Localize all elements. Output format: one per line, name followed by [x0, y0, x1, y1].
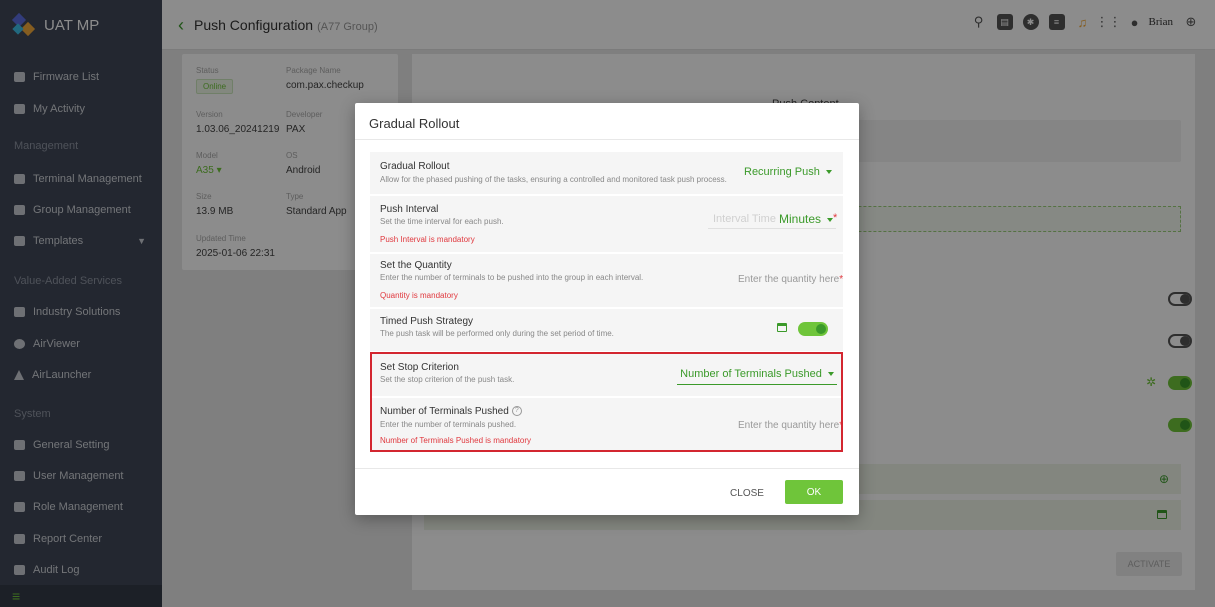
set-quantity-row: Set the Quantity Enter the number of ter…	[370, 254, 843, 307]
row-description: Set the time interval for each push.	[380, 217, 504, 226]
row-error: Quantity is mandatory	[380, 291, 458, 300]
close-button[interactable]: CLOSE	[727, 481, 767, 505]
gradual-rollout-dialog: Gradual Rollout Gradual Rollout Allow fo…	[355, 103, 859, 515]
timed-push-toggle[interactable]	[798, 322, 828, 336]
required-asterisk: *	[839, 274, 844, 285]
calendar-icon[interactable]	[777, 323, 787, 332]
rollout-type-select[interactable]: Recurring Push	[744, 166, 832, 178]
gradual-rollout-row: Gradual Rollout Allow for the phased pus…	[370, 152, 843, 194]
row-title: Timed Push Strategy	[380, 316, 474, 327]
rollout-type-value: Recurring Push	[744, 166, 820, 178]
divider	[355, 139, 859, 140]
row-description: The push task will be performed only dur…	[380, 329, 614, 338]
interval-unit-value: Minutes	[779, 212, 822, 226]
input-underline	[708, 228, 836, 229]
ok-button[interactable]: OK	[785, 480, 843, 504]
caret-down-icon	[825, 170, 832, 175]
row-title: Gradual Rollout	[380, 161, 450, 172]
timed-push-row: Timed Push Strategy The push task will b…	[370, 309, 843, 351]
row-error: Push Interval is mandatory	[380, 235, 475, 244]
row-title: Push Interval	[380, 204, 439, 215]
divider	[355, 468, 859, 469]
row-description: Allow for the phased pushing of the task…	[380, 175, 727, 184]
toggle-knob	[816, 324, 826, 334]
required-asterisk: *	[833, 212, 838, 224]
quantity-input[interactable]: Enter the quantity here*	[738, 274, 843, 285]
quantity-placeholder: Enter the quantity here	[738, 274, 840, 285]
interval-unit-select[interactable]: Minutes	[779, 212, 834, 226]
push-interval-row: Push Interval Set the time interval for …	[370, 196, 843, 252]
row-description: Enter the number of terminals to be push…	[380, 273, 644, 282]
row-title: Set the Quantity	[380, 260, 452, 271]
highlight-box	[370, 352, 843, 452]
dialog-title: Gradual Rollout	[369, 116, 460, 131]
interval-time-input[interactable]: Interval Time	[713, 213, 776, 225]
